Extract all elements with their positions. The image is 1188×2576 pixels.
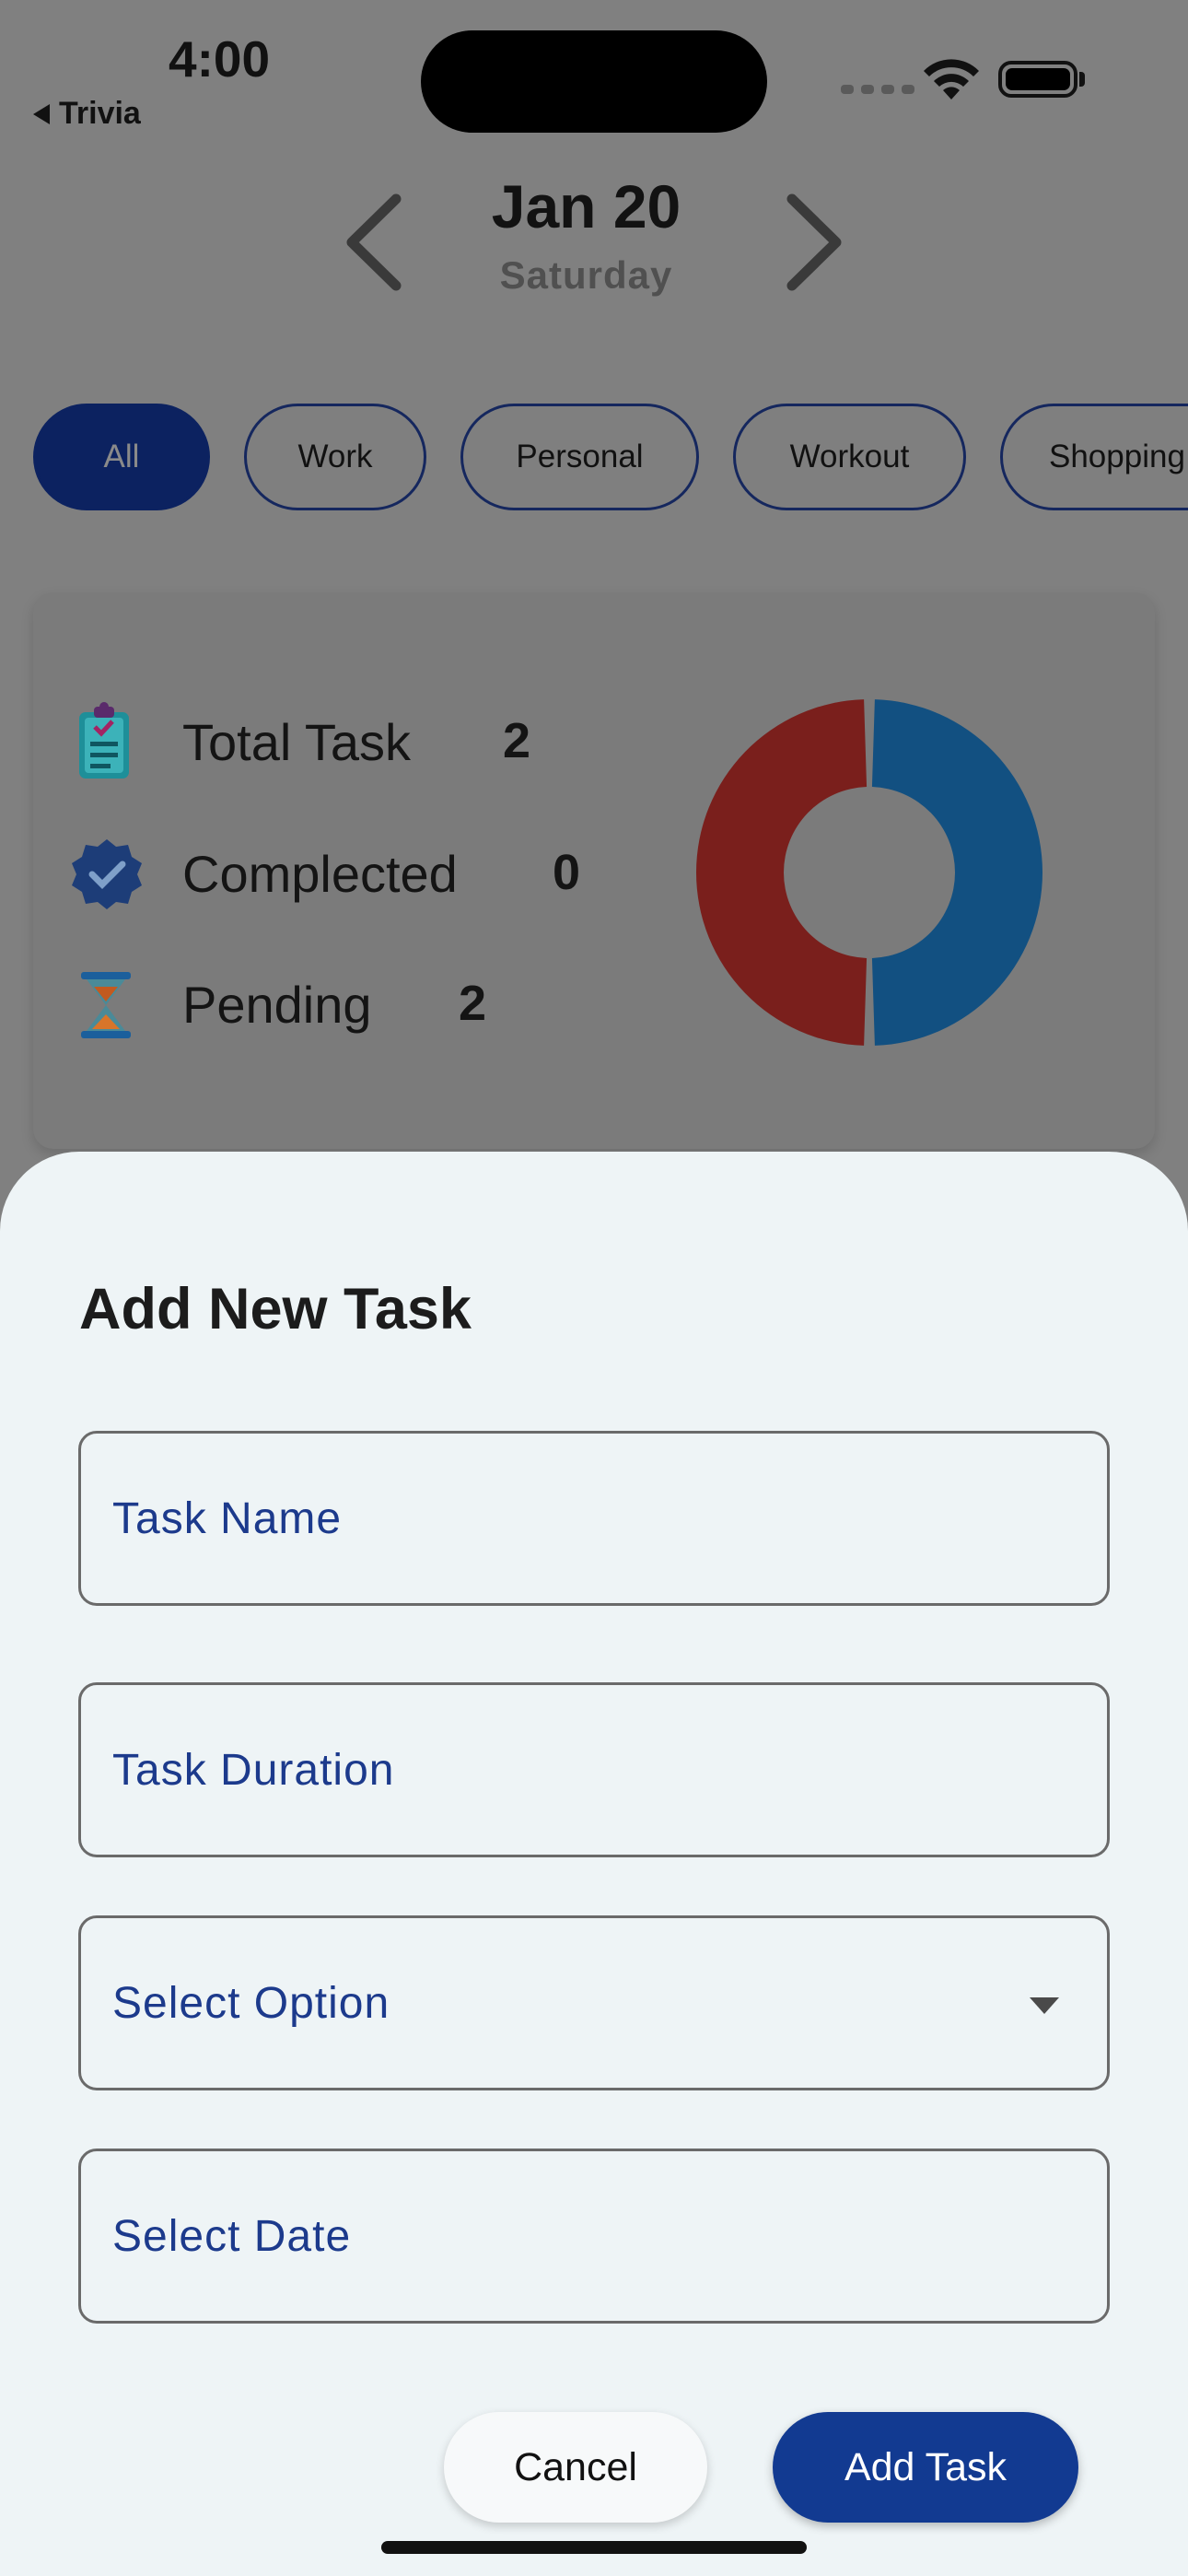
donut-slice-pending [871,699,1042,1046]
current-date: Jan 20 [491,172,681,240]
dynamic-island [421,30,767,133]
pending-value: 2 [459,976,487,1031]
task-summary-card: Total Task 2 Complected 0 Pending 2 [33,592,1155,1149]
select-option-dropdown[interactable]: Select Option [78,1915,1110,2090]
battery-icon [998,61,1077,98]
filter-chip-all[interactable]: All [33,404,210,510]
sheet-title: Add New Task [79,1277,472,1341]
filter-chip-personal[interactable]: Personal [460,404,699,510]
cancel-button[interactable]: Cancel [444,2412,707,2523]
add-task-sheet: Add New Task Select Option Cancel Add Ta… [0,1152,1188,2576]
task-duration-field[interactable] [78,1682,1110,1857]
total-task-value: 2 [503,713,531,768]
filter-chip-shopping[interactable]: Shopping [1000,404,1188,510]
select-date-field[interactable] [78,2149,1110,2324]
completed-value: 0 [553,845,581,900]
add-task-button[interactable]: Add Task [773,2412,1078,2523]
cellular-signal-icon [841,85,914,94]
home-indicator [381,2541,807,2554]
total-task-label: Total Task [182,713,411,771]
donut-slice-completed [696,699,868,1046]
task-status-donut-chart [696,699,1042,1046]
hourglass-icon [81,972,131,1038]
back-arrow-icon [33,103,50,124]
filter-chip-workout[interactable]: Workout [733,404,966,510]
dropdown-caret-icon [1030,1997,1059,2014]
task-duration-input[interactable] [112,1685,941,1855]
category-filter-bar: All Work Personal Workout Shopping [33,404,1188,514]
task-name-field[interactable] [78,1431,1110,1606]
screen: 4:00 Trivia Jan 20 Saturday All Work Per… [0,0,1188,2576]
completed-label: Complected [182,845,458,903]
select-date-input[interactable] [112,2151,941,2321]
wifi-icon [924,59,979,100]
filter-chip-work[interactable]: Work [244,404,426,510]
pending-label: Pending [182,976,372,1034]
next-day-chevron-icon[interactable] [785,193,845,291]
back-to-app-button[interactable]: Trivia [33,96,141,132]
current-weekday: Saturday [499,253,673,297]
verified-badge-icon [72,839,142,909]
select-option-value: Select Option [112,1978,390,2028]
clipboard-icon [79,702,129,779]
back-app-label: Trivia [59,96,141,131]
task-name-input[interactable] [112,1434,941,1603]
status-time: 4:00 [169,30,271,88]
